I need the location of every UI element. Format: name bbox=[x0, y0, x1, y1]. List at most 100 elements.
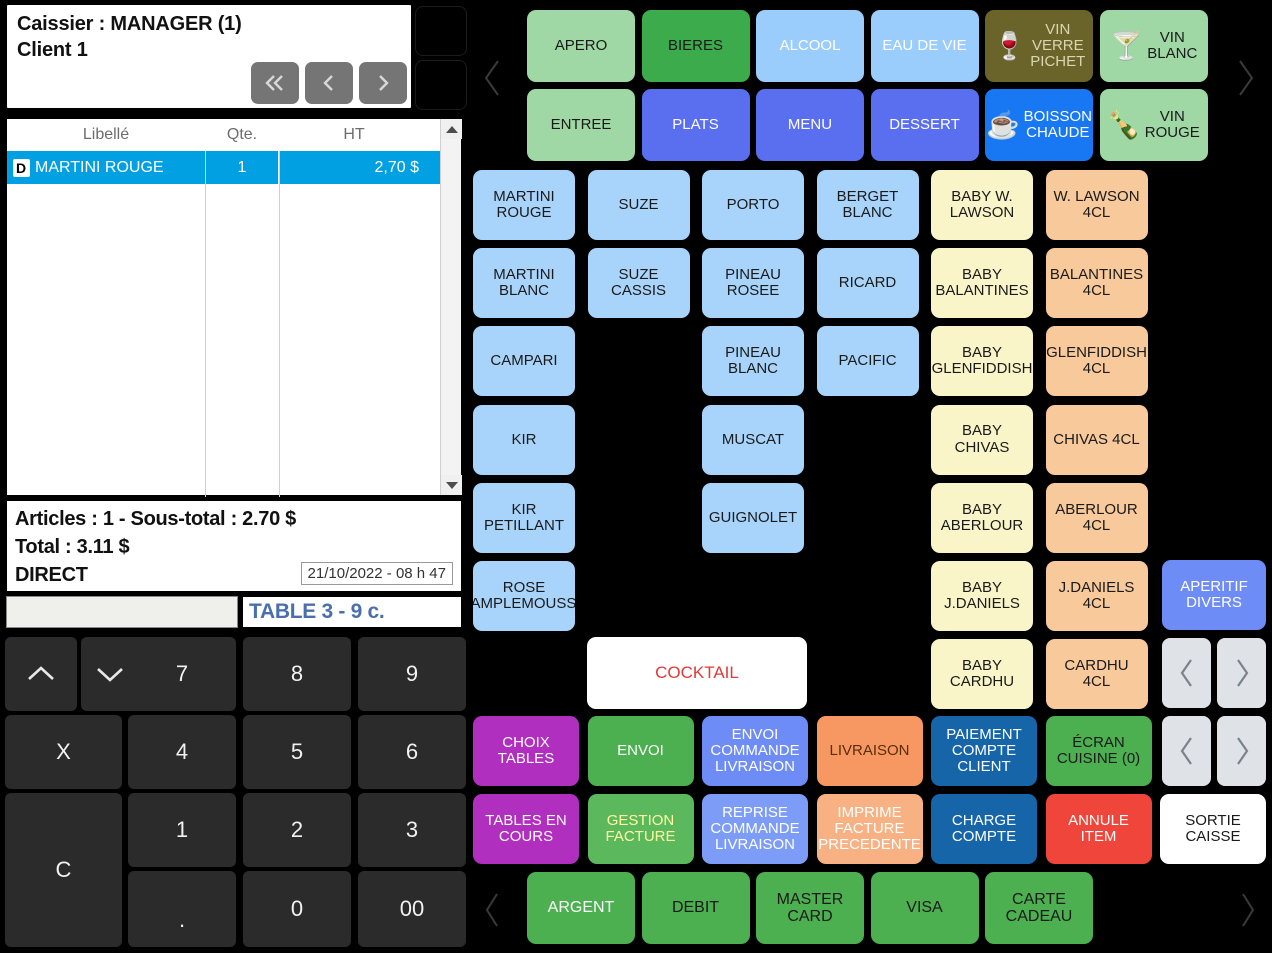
function-gestion-facture[interactable]: GESTION FACTURE bbox=[587, 794, 694, 864]
product-martini-blanc[interactable]: MARTINI BLANC bbox=[473, 248, 575, 319]
category-bieres[interactable]: BIERES bbox=[641, 10, 750, 82]
button-label: PAIEMENT COMPTE CLIENT bbox=[946, 725, 1022, 776]
order-list-scrollbar[interactable] bbox=[440, 119, 462, 495]
function-sortie-caisse[interactable]: SORTIE CAISSE bbox=[1160, 794, 1266, 864]
payment-carte-cadeau[interactable]: CARTE CADEAU bbox=[985, 872, 1093, 944]
key-8[interactable]: 8 bbox=[243, 637, 351, 711]
button-label: PORTO bbox=[726, 195, 780, 213]
category-vin-blanc[interactable]: 🍸 VIN BLANC bbox=[1099, 10, 1208, 82]
category-dessert[interactable]: DESSERT bbox=[870, 89, 979, 161]
products-next-arrow[interactable] bbox=[1217, 638, 1266, 708]
key-6[interactable]: 6 bbox=[358, 715, 466, 789]
function-paiement-compte-client[interactable]: PAIEMENT COMPTE CLIENT bbox=[931, 716, 1037, 786]
product-berget-blanc[interactable]: BERGET BLANC bbox=[816, 170, 919, 240]
category-vin-rouge[interactable]: 🍾 VIN ROUGE bbox=[1099, 89, 1208, 161]
aux-box-top[interactable] bbox=[415, 6, 467, 56]
product-balantines-4cl[interactable]: BALANTINES 4CL bbox=[1045, 248, 1148, 319]
category-entree[interactable]: ENTREE bbox=[527, 89, 635, 161]
function-livraison[interactable]: LIVRAISON bbox=[816, 716, 923, 786]
key-2[interactable]: 2 bbox=[243, 793, 351, 867]
badge-letter: D bbox=[12, 158, 30, 177]
product-baby-glenfiddish[interactable]: BABY GLENFIDDISH bbox=[931, 326, 1033, 397]
product-baby-aberlour[interactable]: BABY ABERLOUR bbox=[931, 482, 1033, 553]
product-pineau-rosee[interactable]: PINEAU ROSEE bbox=[702, 248, 804, 319]
category-vin-verre-pichet[interactable]: 🍷 VIN VERRE PICHET bbox=[985, 10, 1093, 82]
key-9[interactable]: 9 bbox=[358, 637, 466, 711]
product-chivas-4cl[interactable]: CHIVAS 4CL bbox=[1045, 404, 1148, 475]
key-multiply[interactable]: X bbox=[5, 715, 122, 789]
table-row[interactable]: D MARTINI ROUGE 1 2,70 $ bbox=[7, 151, 461, 184]
function-annule-item[interactable]: ANNULE ITEM bbox=[1045, 794, 1152, 864]
payment-debit[interactable]: DEBIT bbox=[641, 872, 750, 944]
payment-visa[interactable]: VISA bbox=[870, 872, 979, 944]
key-5[interactable]: 5 bbox=[243, 715, 351, 789]
payment-master-card[interactable]: MASTER CARD bbox=[756, 872, 864, 944]
product-baby-balantines[interactable]: BABY BALANTINES bbox=[931, 248, 1033, 319]
category-boisson-chaude[interactable]: ☕ BOISSON CHAUDE bbox=[985, 89, 1093, 161]
scroll-down-icon[interactable] bbox=[441, 475, 462, 495]
key-1[interactable]: 1 bbox=[128, 793, 236, 867]
key-0[interactable]: 0 bbox=[243, 871, 351, 947]
aperitif-divers-button[interactable]: APERITIF DIVERS bbox=[1162, 560, 1266, 630]
categories-next-icon[interactable] bbox=[1230, 48, 1260, 108]
function-tables-en-cours[interactable]: TABLES EN COURS bbox=[473, 794, 579, 864]
next-page-icon[interactable] bbox=[359, 62, 407, 104]
product-muscat[interactable]: MUSCAT bbox=[702, 404, 804, 475]
key-up[interactable] bbox=[5, 637, 77, 711]
product-rose-pamplemousse[interactable]: ROSE PAMPLEMOUSSE bbox=[473, 561, 575, 631]
first-page-icon[interactable] bbox=[251, 62, 299, 104]
key-clear[interactable]: C bbox=[5, 793, 122, 947]
function-envoi-commande-livraison[interactable]: ENVOI COMMANDE LIVRAISON bbox=[702, 716, 808, 786]
product-porto[interactable]: PORTO bbox=[702, 170, 804, 240]
payments-prev-icon[interactable] bbox=[478, 885, 508, 935]
product-pineau-blanc[interactable]: PINEAU BLANC bbox=[702, 326, 804, 397]
function-choix-tables[interactable]: CHOIX TABLES bbox=[473, 716, 579, 786]
product-pacific[interactable]: PACIFIC bbox=[816, 326, 919, 397]
category-plats[interactable]: PLATS bbox=[641, 89, 750, 161]
product-suze[interactable]: SUZE bbox=[587, 170, 690, 240]
key-7[interactable]: 7 bbox=[128, 637, 236, 711]
product-baby-j-daniels[interactable]: BABY J.DANIELS bbox=[931, 561, 1033, 631]
payments-next-icon[interactable] bbox=[1232, 885, 1262, 935]
entry-input[interactable] bbox=[6, 596, 238, 628]
product-campari[interactable]: CAMPARI bbox=[473, 326, 575, 397]
key-decimal[interactable]: . bbox=[128, 871, 236, 947]
category-menu[interactable]: MENU bbox=[756, 89, 864, 161]
button-label: ANNULE ITEM bbox=[1068, 811, 1129, 845]
prev-page-icon[interactable] bbox=[305, 62, 353, 104]
category-eau-de-vie[interactable]: EAU DE VIE bbox=[870, 10, 979, 82]
functions-prev-arrow[interactable] bbox=[1162, 716, 1211, 786]
product-glenfiddish-4cl[interactable]: GLENFIDDISH 4CL bbox=[1045, 326, 1148, 397]
function-imprime-facture-precedente[interactable]: IMPRIME FACTURE PRECEDENTE bbox=[816, 794, 923, 864]
product-kir-petillant[interactable]: KIR PETILLANT bbox=[473, 482, 575, 553]
aux-box-bottom[interactable] bbox=[415, 60, 467, 110]
function-envoi[interactable]: ENVOI bbox=[587, 716, 694, 786]
product-aberlour-4cl[interactable]: ABERLOUR 4CL bbox=[1045, 482, 1148, 553]
category-apero[interactable]: APERO bbox=[527, 10, 635, 82]
product-baby-chivas[interactable]: BABY CHIVAS bbox=[931, 404, 1033, 475]
cocktail-button[interactable]: COCKTAIL bbox=[587, 637, 807, 709]
category-alcool[interactable]: ALCOOL bbox=[756, 10, 864, 82]
product-w-lawson-4cl[interactable]: W. LAWSON 4CL bbox=[1045, 170, 1148, 240]
product-baby-cardhu[interactable]: BABY CARDHU bbox=[931, 639, 1033, 710]
product-suze-cassis[interactable]: SUZE CASSIS bbox=[587, 248, 690, 319]
key-4[interactable]: 4 bbox=[128, 715, 236, 789]
key-3[interactable]: 3 bbox=[358, 793, 466, 867]
function-reprise-commande-livraison[interactable]: REPRISE COMMANDE LIVRAISON bbox=[702, 794, 808, 864]
product-martini-rouge[interactable]: MARTINI ROUGE bbox=[473, 170, 575, 240]
functions-next-arrow[interactable] bbox=[1217, 716, 1266, 786]
scroll-up-icon[interactable] bbox=[441, 119, 462, 139]
table-label[interactable]: TABLE 3 - 9 c. bbox=[242, 596, 462, 628]
product-guignolet[interactable]: GUIGNOLET bbox=[702, 482, 804, 553]
product-cardhu-4cl[interactable]: CARDHU 4CL bbox=[1045, 639, 1148, 710]
product-ricard[interactable]: RICARD bbox=[816, 248, 919, 319]
key-double-zero[interactable]: 00 bbox=[358, 871, 466, 947]
function-cran-cuisine-0[interactable]: ÉCRAN CUISINE (0) bbox=[1045, 716, 1152, 786]
categories-prev-icon[interactable] bbox=[478, 48, 508, 108]
product-baby-w-lawson[interactable]: BABY W. LAWSON bbox=[931, 170, 1033, 240]
product-j-daniels-4cl[interactable]: J.DANIELS 4CL bbox=[1045, 561, 1148, 631]
payment-argent[interactable]: ARGENT bbox=[527, 872, 635, 944]
products-prev-arrow[interactable] bbox=[1162, 638, 1211, 708]
product-kir[interactable]: KIR bbox=[473, 404, 575, 475]
function-charge-compte[interactable]: CHARGE COMPTE bbox=[931, 794, 1037, 864]
